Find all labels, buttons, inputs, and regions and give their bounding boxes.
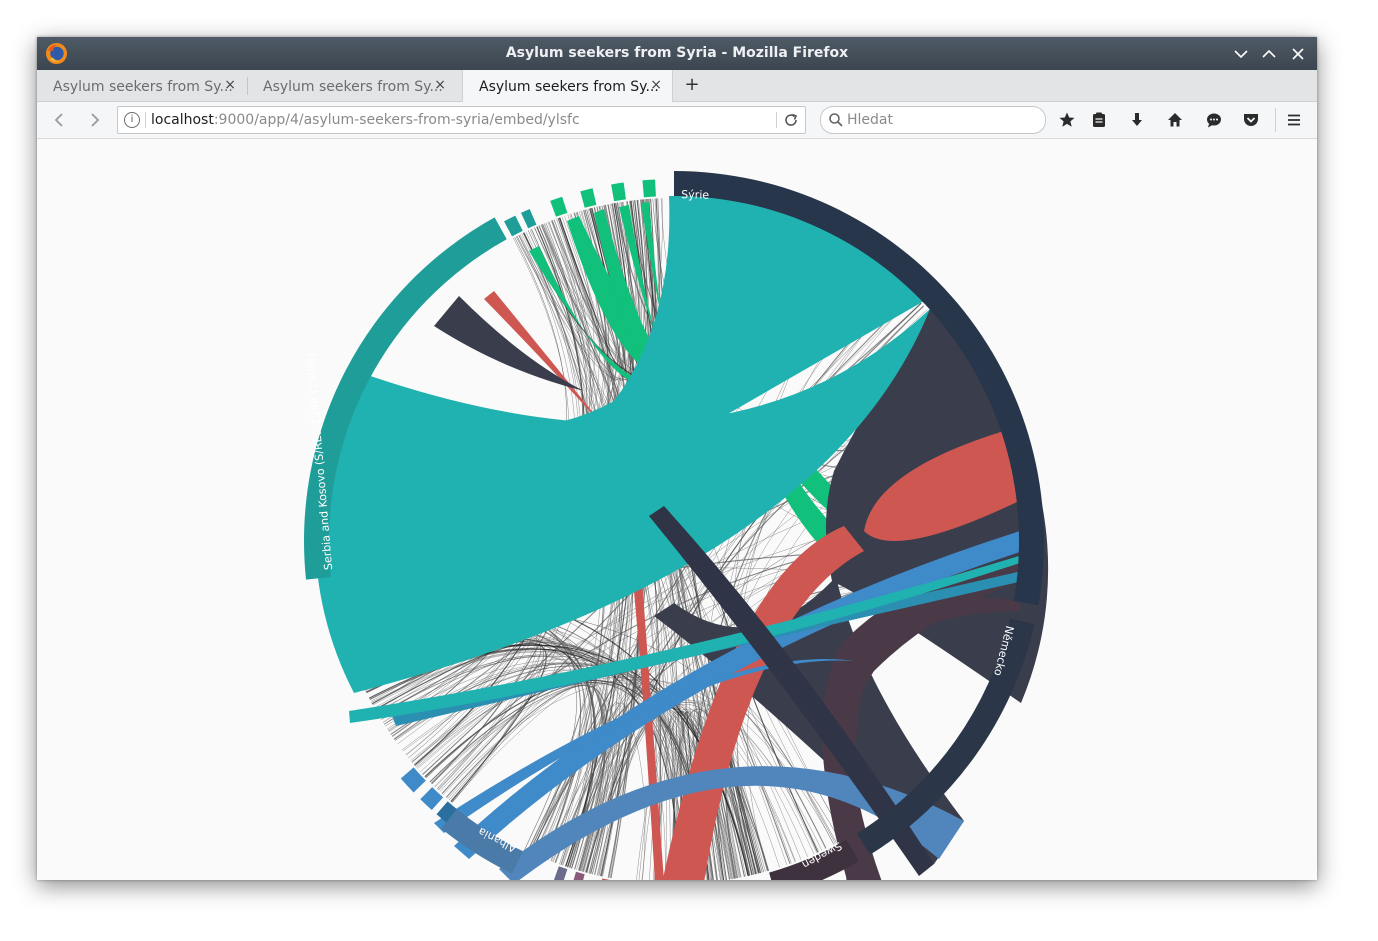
tab-3-active[interactable]: Asylum seekers from Sy... × [462,70,673,102]
tab-close-button[interactable]: × [650,77,662,93]
minor-group-arc[interactable] [420,787,444,811]
toolbar-divider [1275,108,1276,132]
back-button[interactable] [51,111,69,129]
chord-group: SýrieNěmeckoSwedenHungaryAlbaniaSerbia a… [304,171,1049,880]
minimize-button[interactable] [1232,45,1250,63]
search-bar[interactable]: Hledat [820,106,1046,134]
tab-2[interactable]: Asylum seekers from Sy... × [247,70,456,101]
maximize-button[interactable] [1260,45,1278,63]
downloads-icon[interactable] [1128,111,1146,129]
group-label: Hungary [613,879,661,880]
close-window-button[interactable] [1289,45,1307,63]
url-bar[interactable]: i localhost:9000/app/4/asylum-seekers-fr… [117,106,806,134]
minor-group-arc[interactable] [611,182,626,202]
close-icon [1292,48,1304,60]
new-tab-button[interactable]: + [681,74,703,96]
tab-label: Asylum seekers from Sy... [479,79,659,95]
navigation-toolbar: i localhost:9000/app/4/asylum-seekers-fr… [37,102,1317,139]
tab-label: Asylum seekers from Sy... [53,79,233,95]
page-content: SýrieNěmeckoSwedenHungaryAlbaniaSerbia a… [37,139,1317,880]
tab-label: Asylum seekers from Sy... [263,79,443,95]
minor-group-arc[interactable] [642,179,656,198]
chord-diagram: SýrieNěmeckoSwedenHungaryAlbaniaSerbia a… [304,171,1049,880]
reload-icon[interactable] [783,112,799,128]
minor-group-arc[interactable] [553,866,568,880]
tab-1[interactable]: Asylum seekers from Sy... × [37,70,246,101]
reading-list-icon[interactable] [1090,111,1108,129]
minor-group-arc[interactable] [571,871,585,880]
pocket-icon[interactable] [1242,111,1260,129]
chat-icon[interactable] [1205,111,1223,129]
title-bar: Asylum seekers from Syria - Mozilla Fire… [37,37,1317,70]
back-arrow-icon [54,113,63,127]
search-icon [829,113,843,127]
url-path: :9000/app/4/asylum-seekers-from-syria/em… [213,112,580,128]
minor-group-arc[interactable] [550,196,568,217]
tab-bar: Asylum seekers from Sy... × Asylum seeke… [37,70,1317,102]
tab-close-button[interactable]: × [434,77,446,93]
search-placeholder: Hledat [847,112,893,128]
bookmark-star-icon[interactable] [1058,111,1076,129]
window-title: Asylum seekers from Syria - Mozilla Fire… [505,45,849,61]
group-label: Sýrie [681,188,709,202]
forward-button[interactable] [85,111,103,129]
home-icon[interactable] [1166,111,1184,129]
reload-divider [776,112,777,128]
site-info-icon[interactable]: i [124,112,140,128]
menu-icon[interactable] [1285,111,1303,129]
minor-group-arc[interactable] [521,209,537,229]
minor-group-arc[interactable] [400,767,426,793]
url-host: localhost [151,112,214,128]
url-text[interactable]: localhost:9000/app/4/asylum-seekers-from… [151,112,580,128]
minor-group-arc[interactable] [504,215,523,237]
browser-window: Asylum seekers from Syria - Mozilla Fire… [37,37,1317,880]
url-divider [145,112,146,128]
forward-arrow-icon [91,113,100,127]
chevron-up-icon [1262,49,1276,58]
tab-close-button[interactable]: × [224,77,236,93]
minor-group-arc[interactable] [580,188,597,208]
chevron-down-icon [1234,50,1248,59]
